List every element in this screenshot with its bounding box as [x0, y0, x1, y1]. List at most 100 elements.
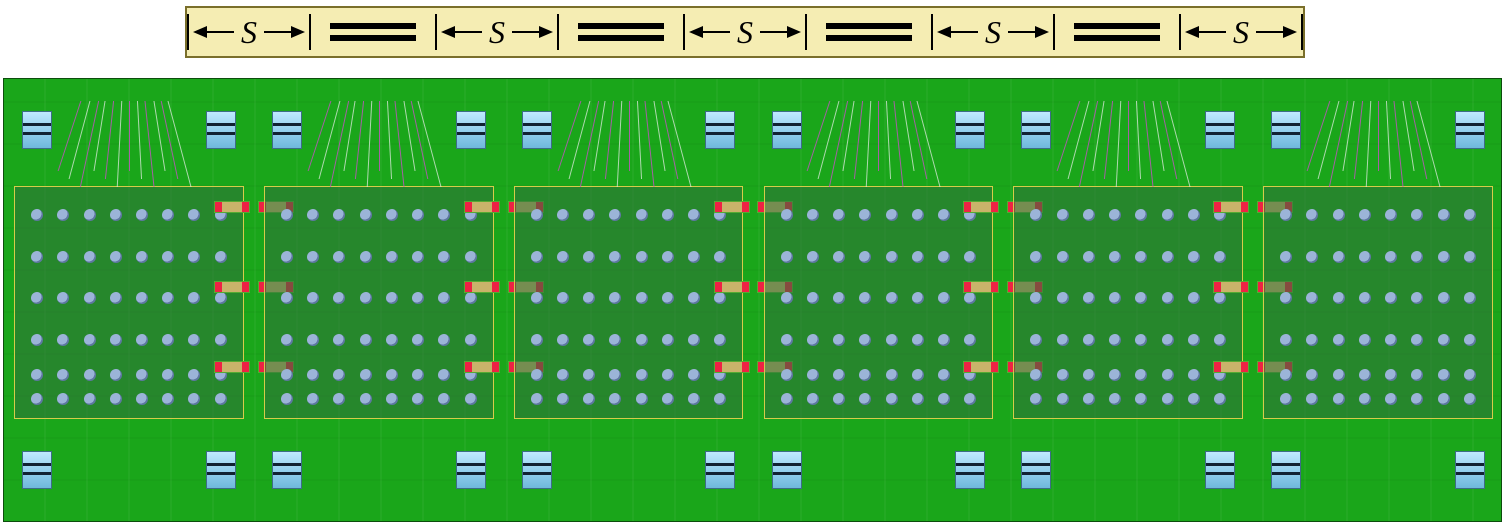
- via: [662, 292, 674, 304]
- via: [1030, 334, 1042, 346]
- via: [1438, 209, 1450, 221]
- via: [609, 251, 621, 263]
- smd-pad: [22, 111, 52, 149]
- via: [531, 334, 543, 346]
- via: [110, 251, 122, 263]
- pair-cell-2: [559, 8, 683, 56]
- via: [136, 209, 148, 221]
- via: [781, 334, 793, 346]
- via: [609, 209, 621, 221]
- via: [1162, 334, 1174, 346]
- via: [1438, 393, 1450, 405]
- via: [1359, 334, 1371, 346]
- via: [1411, 251, 1423, 263]
- smd-pad: [272, 451, 302, 489]
- via: [714, 334, 726, 346]
- via: [688, 334, 700, 346]
- via: [964, 251, 976, 263]
- smd-pad: [206, 111, 236, 149]
- via: [557, 209, 569, 221]
- pcb-board: [3, 78, 1502, 522]
- via: [662, 369, 674, 381]
- via: [688, 209, 700, 221]
- via: [807, 334, 819, 346]
- via: [162, 251, 174, 263]
- via: [636, 334, 648, 346]
- via: [84, 393, 96, 405]
- via: [1109, 369, 1121, 381]
- pair-cell-3: [807, 8, 931, 56]
- via: [1464, 334, 1476, 346]
- via: [583, 334, 595, 346]
- via: [583, 251, 595, 263]
- via: [912, 209, 924, 221]
- via: [1359, 251, 1371, 263]
- via: [57, 209, 69, 221]
- via: [215, 251, 227, 263]
- via: [57, 334, 69, 346]
- via: [1306, 393, 1318, 405]
- spacing-symbol: S: [1231, 14, 1251, 51]
- via: [1359, 292, 1371, 304]
- spacing-symbol: S: [735, 14, 755, 51]
- via: [1188, 393, 1200, 405]
- via: [1083, 209, 1095, 221]
- via: [859, 292, 871, 304]
- resistor-smd: [464, 281, 500, 293]
- via: [307, 292, 319, 304]
- smd-pad: [1455, 451, 1485, 489]
- via: [1280, 393, 1292, 405]
- via: [1057, 334, 1069, 346]
- connector-footprint: [1263, 186, 1493, 419]
- via: [688, 369, 700, 381]
- via: [833, 393, 845, 405]
- via: [1109, 251, 1121, 263]
- pair-cell-1: [311, 8, 435, 56]
- via: [1306, 251, 1318, 263]
- via: [807, 292, 819, 304]
- via: [1438, 292, 1450, 304]
- via: [964, 334, 976, 346]
- via: [1333, 334, 1345, 346]
- via: [438, 393, 450, 405]
- via: [57, 251, 69, 263]
- smd-pad: [206, 451, 236, 489]
- via: [859, 251, 871, 263]
- via: [1214, 251, 1226, 263]
- via: [1306, 369, 1318, 381]
- smd-pad: [272, 111, 302, 149]
- via: [84, 369, 96, 381]
- via: [636, 209, 648, 221]
- via: [912, 334, 924, 346]
- via: [1438, 369, 1450, 381]
- via: [110, 209, 122, 221]
- via: [1385, 334, 1397, 346]
- via: [557, 369, 569, 381]
- via: [583, 393, 595, 405]
- via: [807, 393, 819, 405]
- spacing-cell-4: S: [931, 8, 1055, 56]
- via: [583, 209, 595, 221]
- smd-pad: [1205, 111, 1235, 149]
- smd-pad: [955, 111, 985, 149]
- connector-footprint: [764, 186, 994, 419]
- via: [136, 393, 148, 405]
- via: [412, 334, 424, 346]
- resistor-smd: [214, 281, 250, 293]
- via: [688, 251, 700, 263]
- via: [412, 251, 424, 263]
- via: [636, 369, 648, 381]
- via: [1188, 334, 1200, 346]
- via: [1464, 369, 1476, 381]
- via: [360, 292, 372, 304]
- via: [1385, 393, 1397, 405]
- via: [1057, 251, 1069, 263]
- via: [360, 334, 372, 346]
- via: [465, 393, 477, 405]
- via: [781, 369, 793, 381]
- via: [1411, 334, 1423, 346]
- spacing-cell-2: S: [435, 8, 559, 56]
- via: [1385, 251, 1397, 263]
- via: [557, 393, 569, 405]
- via: [662, 393, 674, 405]
